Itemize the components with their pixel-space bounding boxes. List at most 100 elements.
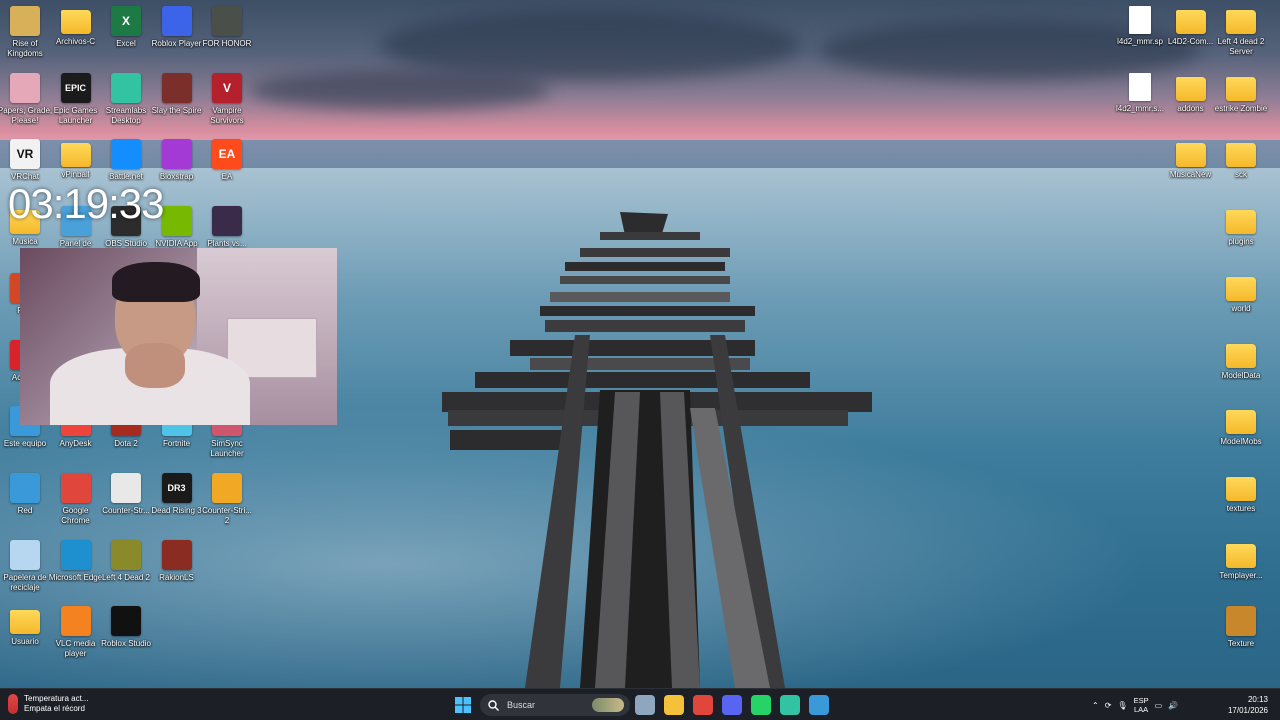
desktop-icon-label: Microsoft Edge: [48, 572, 103, 582]
desktop-icon[interactable]: estrike Zombie: [1215, 67, 1267, 133]
desktop-icon[interactable]: VLC media player: [51, 600, 101, 666]
ea-icon: EA: [212, 139, 242, 170]
desktop-icon[interactable]: Slay the Spire: [152, 67, 202, 133]
desktop-icon-label: l4d2_mmr.s...: [1115, 103, 1164, 113]
taskbar-search[interactable]: Buscar: [480, 694, 630, 716]
desktop-icon[interactable]: Templayer...: [1216, 534, 1266, 600]
vlc-icon: [60, 606, 91, 637]
counter-strike-icon: [111, 472, 141, 503]
taskbar-app-button[interactable]: [721, 694, 743, 716]
desktop-icon-label: Epic Games Launcher: [53, 105, 98, 125]
desktop-icon[interactable]: world: [1216, 267, 1266, 333]
desktop-icon-label: Roblox Studio: [101, 639, 151, 649]
taskbar-app-button[interactable]: [634, 694, 656, 716]
desktop-icon[interactable]: plugins: [1216, 200, 1266, 266]
desktop-icon[interactable]: Texture: [1216, 600, 1266, 666]
desktop-icon-label: L4D2-Com...: [1167, 37, 1214, 46]
desktop-icon[interactable]: V Vampire Survivors: [202, 67, 252, 133]
desktop-icon[interactable]: L4D2-Com...: [1166, 0, 1216, 66]
vrchat-icon: VR: [10, 139, 40, 170]
desktop-icon[interactable]: RakionLS: [152, 534, 202, 600]
network-sync-icon[interactable]: ⟳: [1105, 701, 1112, 710]
desktop-icon[interactable]: Red: [0, 467, 50, 533]
windows-logo-icon: [455, 697, 471, 713]
taskbar-app-button[interactable]: [663, 694, 685, 716]
folder-icon: [1175, 76, 1206, 101]
microphone-icon[interactable]: 🎙: [1117, 701, 1127, 710]
desktop-icon[interactable]: X Excel: [101, 0, 151, 66]
start-button[interactable]: [452, 694, 474, 716]
weather-line2: Empata el récord: [24, 704, 85, 713]
folder-icon: [1226, 143, 1256, 168]
desktop-icon[interactable]: Archivos-C: [51, 0, 101, 66]
desktop-icon-label: Fortnite: [162, 439, 191, 449]
system-tray: ⌃ ⟳ 🎙 ESP LAA ▭ 🔊: [1092, 693, 1178, 717]
file-icon: [1129, 6, 1151, 34]
webcam-overlay: [20, 248, 337, 425]
folder-icon: [1226, 343, 1256, 368]
roblox-player-icon: [161, 6, 192, 36]
desktop-icon-label: textures: [1226, 503, 1256, 513]
edge-icon: [60, 539, 91, 570]
desktop-icon[interactable]: l4d2_mmr.s...: [1115, 67, 1165, 133]
desktop-icon[interactable]: Roblox Player: [152, 0, 202, 66]
desktop-icon-label: Este equipo: [3, 439, 47, 449]
whatsapp-icon: [751, 695, 771, 715]
desktop-icon[interactable]: Counter-Str...: [101, 467, 151, 533]
system-clock[interactable]: 20:13 17/01/2026: [1228, 694, 1268, 716]
desktop-icon[interactable]: Papers, Grade, Please!: [0, 67, 52, 133]
desktop-icon-label: Texture: [1227, 639, 1255, 649]
desktop-icon[interactable]: Usuario: [0, 600, 50, 666]
desktop-icon-label: Counter-Stri... 2: [202, 505, 252, 525]
volume-icon[interactable]: 🔊: [1168, 701, 1178, 710]
desktop-icon[interactable]: Counter-Stri... 2: [202, 467, 252, 533]
desktop-icon[interactable]: Streamlabs Desktop: [101, 67, 151, 133]
desktop-icon[interactable]: sck: [1216, 133, 1266, 199]
weather-widget[interactable]: Temperatura act... Empata el récord: [8, 693, 88, 715]
file-explorer-icon: [664, 695, 684, 715]
language-indicator[interactable]: ESP LAA: [1134, 696, 1149, 714]
desktop-icon[interactable]: l4d2_mmr.sp: [1115, 0, 1165, 66]
desktop-icon[interactable]: EPIC Epic Games Launcher: [51, 67, 101, 133]
papers-grade-please-icon: [10, 72, 40, 103]
desktop-icon[interactable]: DR3 Dead Rising 3: [151, 467, 202, 533]
network-icon: [10, 472, 40, 503]
folder-icon: [1226, 410, 1256, 435]
desktop-icon[interactable]: EA EA: [202, 133, 252, 199]
desktop-icon-label: plugins: [1228, 237, 1254, 247]
desktop-icon[interactable]: Papelera de reciclaje: [0, 534, 50, 600]
taskbar-app-button[interactable]: [692, 694, 714, 716]
desktop-icon[interactable]: Microsoft Edge: [48, 534, 103, 600]
texture-icon: [1226, 606, 1256, 637]
show-hidden-icons-icon[interactable]: ⌃: [1092, 701, 1099, 710]
desktop-icon[interactable]: ModelMobs: [1216, 400, 1266, 466]
dead-rising-3-icon: DR3: [161, 472, 192, 503]
desktop-icon-label: Archivos-C: [55, 37, 96, 46]
folder-icon: [1226, 76, 1256, 101]
desktop-icon[interactable]: textures: [1216, 467, 1266, 533]
folder-icon: [1226, 276, 1256, 301]
streamlabs-icon: [780, 695, 800, 715]
desktop-icon-label: Left 4 dead 2 Server: [1217, 37, 1265, 56]
desktop-icon[interactable]: ModelData: [1216, 334, 1266, 400]
desktop-icon[interactable]: FOR HONOR: [202, 0, 252, 66]
display-icon[interactable]: ▭: [1155, 701, 1163, 710]
desktop-icon[interactable]: MusicaNew: [1166, 133, 1216, 199]
taskbar-app-button[interactable]: [808, 694, 830, 716]
folder-icon: [1226, 476, 1256, 501]
desktop-icon[interactable]: Google Chrome: [51, 467, 101, 533]
file-icon: [1129, 72, 1151, 101]
desktop-icon-label: sck: [1235, 170, 1247, 180]
desktop-icon[interactable]: addons: [1166, 67, 1216, 133]
search-highlight-icon: [592, 698, 624, 712]
desktop-icon[interactable]: Left 4 Dead 2: [101, 534, 151, 600]
desktop-icon[interactable]: Roblox Studio: [101, 600, 151, 666]
desktop-icon-label: Counter-Str...: [102, 505, 150, 515]
desktop-icon[interactable]: Rise of Kingdoms: [0, 0, 50, 66]
desktop-icon[interactable]: Left 4 dead 2 Server: [1216, 0, 1266, 66]
desktop-icon-label: world: [1231, 303, 1251, 313]
desktop-icon-label: addons: [1177, 103, 1204, 113]
taskbar-app-button[interactable]: [779, 694, 801, 716]
desktop-icon-label: Slay the Spire: [151, 105, 202, 115]
taskbar-app-button[interactable]: [750, 694, 772, 716]
